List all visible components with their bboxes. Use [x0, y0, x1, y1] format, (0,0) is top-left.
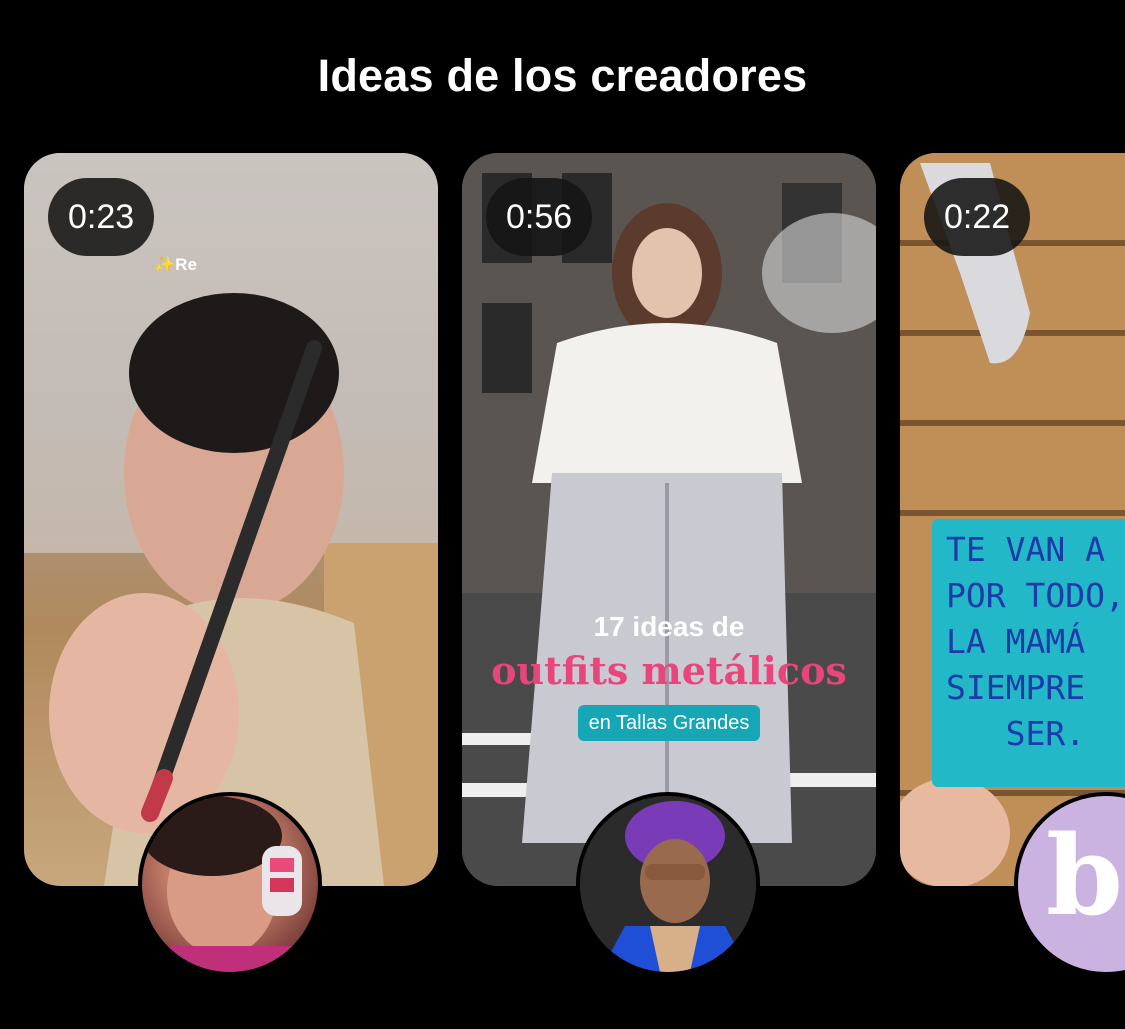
overlay-tag: en Tallas Grandes [578, 705, 760, 741]
section-title: Ideas de los creadores [317, 50, 808, 101]
creator-avatar-fashion[interactable] [576, 792, 760, 976]
creator-pin-card-3[interactable]: 0:22 TE VAN A POR TODO, T LA MAMÁ SIEMPR… [900, 153, 1125, 886]
creator-pin-card-1[interactable]: 0:23 ✨Re [24, 153, 438, 886]
creator-ideas-screen: Ideas de los creadores 0:23 ✨Re 0:56 17 … [0, 0, 1125, 1029]
creator-avatar-makeup[interactable] [138, 792, 322, 976]
pin-image-makeup [24, 153, 438, 886]
avatar-image [580, 796, 756, 972]
sparkle-re-badge: ✨Re [154, 255, 197, 274]
video-duration-badge: 0:23 [48, 178, 155, 256]
avatar-image [142, 796, 318, 972]
video-duration-badge: 0:22 [924, 178, 1031, 256]
video-duration-badge: 0:56 [486, 178, 593, 256]
bl-logo-icon: bl [1046, 811, 1125, 940]
pin-image-fashion [462, 153, 876, 886]
handwritten-note: TE VAN A POR TODO, T LA MAMÁ SIEMPRE SER… [932, 519, 1125, 787]
creator-pin-card-2[interactable]: 0:56 17 ideas de outfits metálicos en Ta… [462, 153, 876, 886]
overlay-title-line2: outfits metálicos [491, 648, 847, 693]
overlay-title-line1: 17 ideas de [593, 611, 745, 642]
